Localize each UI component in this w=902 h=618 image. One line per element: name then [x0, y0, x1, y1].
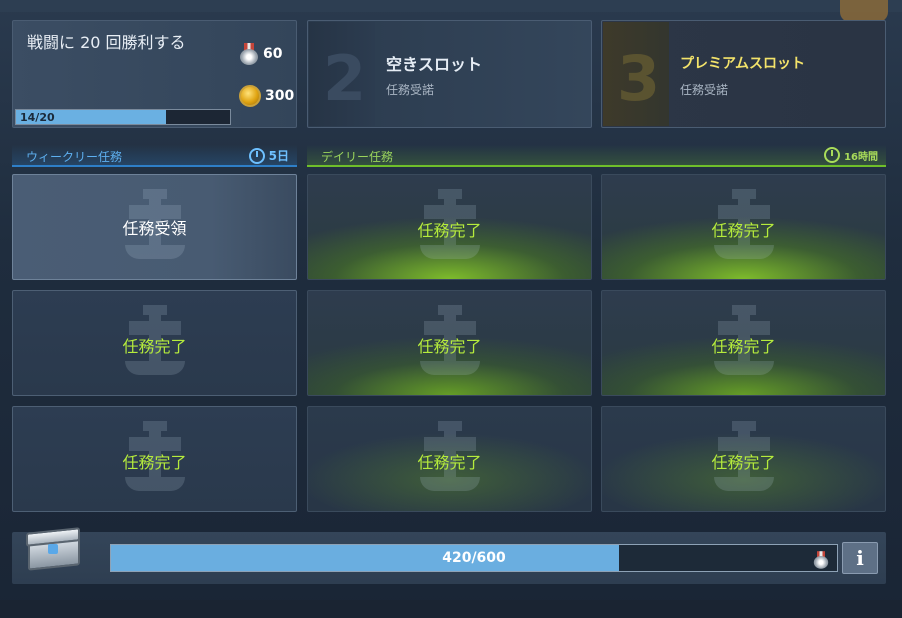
daily-mission-card-2[interactable]: 任務完了: [601, 174, 886, 280]
clock-icon: [824, 147, 841, 163]
mission-status: 任務完了: [417, 453, 482, 472]
coin-icon: [239, 85, 261, 107]
slot-number-block: 2: [309, 22, 375, 126]
mission-status: 任務完了: [122, 337, 187, 356]
premium-slot[interactable]: 3 プレミアムスロット 任務受諾: [601, 20, 886, 128]
chest-progress-text: 420/600: [442, 550, 506, 566]
slot-subtitle: 任務受諾: [680, 83, 729, 97]
daily-mission-card-3[interactable]: 任務完了: [307, 290, 592, 396]
daily-mission-card-6[interactable]: 任務完了: [601, 406, 886, 512]
weekly-mission-card-2[interactable]: 任務完了: [12, 290, 297, 396]
daily-mission-card-5[interactable]: 任務完了: [307, 406, 592, 512]
mission-status: 任務完了: [122, 453, 187, 472]
weekly-mission-card-1[interactable]: 任務受領: [12, 174, 297, 280]
mission-status: 任務完了: [417, 221, 482, 240]
daily-timer-text: 16時間: [844, 151, 878, 163]
weekly-label: ウィークリー任務: [26, 150, 123, 164]
weekly-mission-card-3[interactable]: 任務完了: [12, 406, 297, 512]
slot-name: 空きスロット: [386, 55, 483, 74]
empty-slot[interactable]: 2 空きスロット 任務受諾: [307, 20, 592, 128]
medal-icon: [239, 43, 259, 65]
chest-progress-panel: 420/600 i: [12, 527, 886, 584]
weekly-header: ウィークリー任務 5日: [12, 145, 297, 167]
daily-label: デイリー任務: [321, 150, 394, 164]
bottom-stripe: [0, 600, 902, 618]
coin-reward: 300: [239, 85, 294, 107]
info-button[interactable]: i: [842, 542, 878, 574]
medal-reward-value: 60: [263, 46, 283, 62]
coin-reward-value: 300: [265, 88, 295, 104]
slot-name: プレミアムスロット: [680, 56, 806, 72]
chest-progress-bar: 420/600: [110, 544, 838, 572]
mission-progress-text: 14/20: [20, 111, 55, 124]
mission-status: 任務完了: [711, 337, 776, 356]
top-stripe: [0, 0, 902, 12]
weekly-timer: 5日: [248, 147, 289, 164]
mission-status: 任務完了: [417, 337, 482, 356]
mission-status: 任務受領: [122, 219, 187, 238]
chest-icon[interactable]: [22, 526, 86, 571]
medal-reward: 60: [239, 43, 282, 65]
weekly-timer-text: 5日: [268, 149, 289, 163]
mission-progress-bar: 14/20: [15, 109, 231, 125]
clock-icon: [248, 147, 265, 164]
medal-icon: [813, 551, 829, 569]
slot-number: 2: [323, 42, 367, 115]
slot-number: 3: [617, 42, 661, 115]
mission-status: 任務完了: [711, 453, 776, 472]
daily-timer: 16時間: [824, 147, 878, 163]
daily-header: デイリー任務 16時間: [307, 145, 886, 167]
daily-mission-card-4[interactable]: 任務完了: [601, 290, 886, 396]
corner-badge-icon[interactable]: [840, 0, 888, 22]
mission-status: 任務完了: [711, 221, 776, 240]
mission-slot-1[interactable]: 戦闘に 20 回勝利する 60 300 14/20: [12, 20, 297, 128]
daily-mission-card-1[interactable]: 任務完了: [307, 174, 592, 280]
slot-subtitle: 任務受諾: [386, 83, 435, 97]
mission-title: 戦闘に 20 回勝利する: [27, 33, 186, 52]
slot-number-block: 3: [603, 22, 669, 126]
